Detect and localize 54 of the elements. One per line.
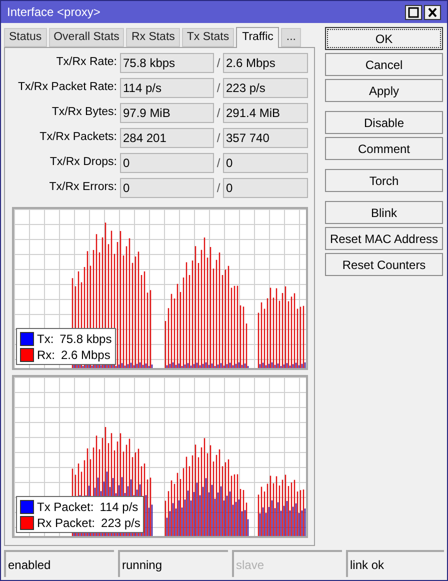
- dialog-button[interactable]: Disable: [325, 111, 443, 134]
- field-label: Tx/Rx Drops:: [48, 155, 118, 170]
- separator-text: /: [216, 155, 222, 172]
- status-cell: slave: [232, 550, 342, 577]
- dialog-button[interactable]: OK: [325, 27, 443, 50]
- tab[interactable]: Traffic: [236, 27, 280, 48]
- tab[interactable]: Rx Stats: [126, 28, 180, 47]
- tab[interactable]: Tx Stats: [182, 28, 234, 47]
- dialog-button[interactable]: Cancel: [325, 53, 443, 76]
- field-label: Tx/Rx Bytes:: [50, 105, 118, 120]
- legend-value: 223 p/s: [101, 514, 140, 532]
- dialog-button[interactable]: Blink: [325, 201, 443, 224]
- maximize-icon[interactable]: [405, 4, 422, 20]
- rx-field[interactable]: 291.4 MiB: [223, 103, 308, 123]
- legend-label: Rx Packet:: [37, 514, 96, 532]
- window-title: Interface <proxy>: [7, 4, 100, 21]
- tab[interactable]: Status: [4, 28, 47, 47]
- tx-field[interactable]: 0: [120, 178, 214, 198]
- legend-value: 2.6 Mbps: [61, 346, 110, 364]
- legend-label: Tx:: [37, 330, 54, 348]
- close-icon[interactable]: [424, 4, 441, 20]
- field-label: Tx/Rx Rate:: [55, 55, 118, 70]
- dialog-button[interactable]: Apply: [325, 79, 443, 102]
- field-label: Tx/Rx Errors:: [48, 180, 118, 196]
- legend-label: Rx:: [37, 346, 55, 364]
- rx-field[interactable]: 0: [223, 178, 308, 198]
- status-cell: running: [118, 550, 228, 577]
- tab[interactable]: ...: [281, 28, 301, 47]
- field-label: Tx/Rx Packets:: [38, 130, 118, 146]
- separator-text: /: [216, 80, 222, 97]
- tx-field[interactable]: 0: [120, 153, 214, 173]
- dialog-button[interactable]: Torch: [325, 169, 443, 192]
- tx-field[interactable]: 114 p/s: [120, 78, 214, 98]
- legend-value: 114 p/s: [100, 498, 138, 516]
- dialog-button[interactable]: Reset Counters: [325, 253, 443, 276]
- status-cell: link ok: [346, 550, 444, 577]
- tx-field[interactable]: 284 201: [120, 128, 214, 148]
- legend-label: Tx Packet:: [37, 498, 94, 516]
- tx-field[interactable]: 75.8 kbps: [120, 53, 214, 73]
- separator-text: /: [216, 105, 222, 122]
- rx-field[interactable]: 223 p/s: [223, 78, 308, 98]
- tab[interactable]: Overall Stats: [48, 28, 124, 47]
- separator-text: /: [216, 130, 222, 147]
- rx-field[interactable]: 2.6 Mbps: [223, 53, 308, 73]
- status-cell: enabled: [4, 550, 114, 577]
- field-label: Tx/Rx Packet Rate:: [16, 80, 118, 96]
- rx-field[interactable]: 0: [223, 153, 308, 173]
- rx-field[interactable]: 357 740: [223, 128, 308, 148]
- separator-text: /: [216, 180, 222, 197]
- dialog-button[interactable]: Comment: [325, 137, 443, 160]
- tx-field[interactable]: 97.9 MiB: [120, 103, 214, 123]
- dialog-button[interactable]: Reset MAC Address: [325, 227, 443, 250]
- legend-value: 75.8 kbps: [60, 330, 112, 348]
- separator-text: /: [216, 55, 222, 72]
